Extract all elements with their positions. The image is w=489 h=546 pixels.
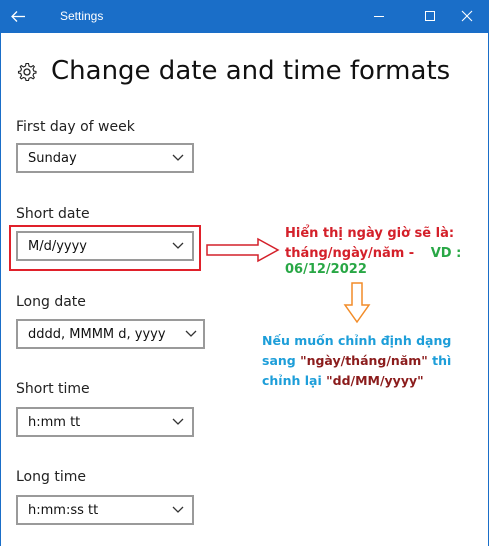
annotation-format-string: "dd/MM/yyyy" [326,373,424,388]
annotation-blue-line3: chỉnh lại "dd/MM/yyyy" [262,371,451,391]
annotation-blue-text: thì [427,353,452,368]
annotation-blue-line2: sang "ngày/tháng/năm" thì [262,351,451,371]
annotation-display-note: Hiển thị ngày giờ sẽ là: tháng/ngày/năm … [285,224,461,264]
annotation-blue-line1: Nếu muốn chỉnh định dạng [262,333,452,348]
annotation-blue-text: chỉnh lại [262,373,327,388]
annotation-target-format: "ngày/tháng/năm" [300,353,428,368]
annotation-change-note: Nếu muốn chỉnh định dạng sang "ngày/thán… [262,331,451,391]
red-right-arrow [206,237,280,263]
orange-down-arrow [343,282,371,324]
annotation-example-label: VD : [430,246,462,261]
annotation-example-date: 06/12/2022 [285,262,367,277]
annotation-blue-text: sang [262,353,301,368]
annotation-line1: Hiển thị ngày giờ sẽ là: [285,226,455,241]
annotation-arrows [206,237,371,324]
annotation-format: tháng/ngày/năm - [285,246,415,261]
annotation-line2: tháng/ngày/năm - VD : [285,244,461,264]
